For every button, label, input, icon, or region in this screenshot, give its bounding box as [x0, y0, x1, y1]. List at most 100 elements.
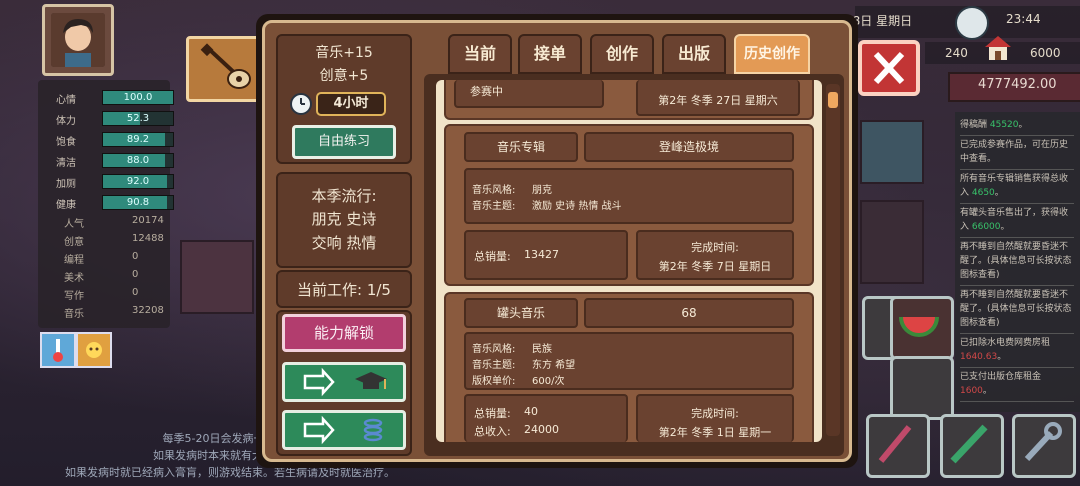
tab-current[interactable]: 当前 [448, 34, 512, 74]
style-label: 音乐风格: [472, 185, 516, 196]
log-highlight: 1640.63 [960, 352, 998, 362]
log-entry: 再不睡到自然醒就要昏迷不醒了。(具体信息可长按状态图标查看) [960, 288, 1074, 334]
card-sales-cell: 总销量: 13427 [464, 230, 628, 280]
sales-value: 13427 [524, 248, 559, 261]
guitar-icon [200, 43, 251, 89]
status-value: 90.8 [126, 197, 150, 208]
sales-value: 40 [524, 405, 538, 418]
card-type: 音乐专辑 [464, 132, 578, 162]
status-bar-row[interactable]: 加厕 92.0 [46, 172, 174, 190]
scrollbar[interactable] [826, 84, 840, 436]
log-entry: 得稿酬 45520。 [960, 118, 1074, 136]
attribute-row: 美术 0 [46, 266, 170, 284]
status-bar-row[interactable]: 健康 90.8 [46, 193, 174, 211]
duration-display[interactable]: 4小时 [316, 92, 386, 116]
card-title: 登峰造极境 [584, 132, 794, 162]
theme-value: 激励 史诗 热情 战斗 [532, 201, 622, 212]
log-entry: 再不睡到自然醒就要昏迷不醒了。(具体信息可长按状态图标查看) [960, 240, 1074, 286]
log-text: 再不睡到自然醒就要昏迷不醒了。(具体信息可长按状态图标查看) [960, 290, 1072, 328]
device-icon[interactable] [890, 356, 954, 420]
paintbrush-icon[interactable] [866, 414, 930, 478]
card-date: 第2年 冬季 27日 星期六 [658, 94, 778, 107]
log-highlight: 1600 [960, 386, 983, 396]
study-button[interactable] [282, 362, 406, 402]
tab-create[interactable]: 创作 [590, 34, 654, 74]
status-label: 健康 [56, 200, 76, 211]
status-value: 89.2 [126, 134, 150, 145]
relax-button[interactable] [282, 410, 406, 450]
card-sales-cell: 总销量: 40 总收入: 24000 [464, 394, 628, 442]
attribute-value: 0 [132, 287, 139, 298]
house-icon[interactable] [983, 34, 1013, 62]
attribute-row: 写作 0 [46, 284, 170, 302]
close-button[interactable] [858, 40, 920, 96]
log-entry: 已完成参赛作品，可在历史中查看。 [960, 138, 1074, 170]
theme-label: 音乐主题: [472, 360, 516, 371]
status-bar: 92.0 [102, 174, 174, 189]
price-value: 600/次 [532, 376, 565, 387]
done-date: 第2年 冬季 1日 星期一 [658, 426, 772, 439]
log-suffix: 。 [997, 352, 1007, 362]
status-label: 心情 [56, 95, 76, 106]
avatar [51, 13, 105, 67]
log-text: 得稿酬 [960, 120, 990, 130]
attribute-value: 0 [132, 269, 139, 280]
creativity-gain: 创意+5 [319, 68, 369, 84]
card-type: 罐头音乐 [464, 298, 578, 328]
status-value: 52.3 [126, 113, 150, 124]
card-done-cell: 完成时间: 第2年 冬季 7日 星期日 [636, 230, 794, 280]
done-date: 第2年 冬季 7日 星期日 [658, 260, 772, 273]
status-bar-row[interactable]: 清洁 88.0 [46, 151, 174, 169]
tab-publish[interactable]: 出版 [662, 34, 726, 74]
status-bar: 89.2 [102, 132, 174, 147]
attribute-label: 编程 [64, 255, 84, 266]
scene-furniture [860, 120, 924, 184]
money-amount: 4777492.00 [978, 77, 1057, 92]
log-suffix: 。 [1000, 222, 1010, 232]
log-text: 已支付出版仓库租金 [960, 372, 1042, 382]
status-bar: 52.3 [102, 111, 174, 126]
ability-unlock-button[interactable]: 能力解锁 [282, 314, 406, 352]
status-bar-row[interactable]: 饱食 89.2 [46, 130, 174, 148]
status-value: 88.0 [126, 155, 150, 166]
attribute-row: 人气 20174 [46, 212, 170, 230]
income-label: 总收入: [474, 425, 511, 438]
attribute-label: 人气 [64, 219, 84, 230]
pencil-icon[interactable] [940, 414, 1004, 478]
music-gain: 音乐+15 [315, 45, 373, 61]
log-suffix: 。 [982, 386, 992, 396]
attribute-label: 美术 [64, 273, 84, 284]
free-practice-button[interactable]: 自由练习 [292, 125, 396, 159]
status-bar: 88.0 [102, 153, 174, 168]
log-entry: 已支付出版仓库租金 1600。 [960, 370, 1074, 402]
trend-genres-2: 交响 热情 [311, 234, 377, 252]
scene-building [180, 240, 254, 314]
hud-time: 23:44 [1006, 12, 1041, 26]
scrollbar-thumb[interactable] [828, 92, 838, 108]
watermelon-icon[interactable] [890, 296, 954, 360]
sales-label: 总销量: [474, 407, 511, 420]
tab-history[interactable]: 历史创作 [734, 34, 810, 74]
log-text: 已完成参赛作品，可在历史中查看。 [960, 140, 1069, 164]
sun-icon[interactable] [76, 332, 112, 368]
theme-label: 音乐主题: [472, 201, 516, 212]
hud-capacity: 6000 [1030, 46, 1061, 60]
avatar-frame[interactable] [42, 4, 114, 76]
card-status-cell: 参赛中 [454, 80, 604, 108]
status-bar-row[interactable]: 体力 52.3 [46, 109, 174, 127]
done-label: 完成时间: [691, 241, 739, 254]
graduation-cap-icon [355, 372, 387, 389]
log-highlight: 66000 [971, 222, 1001, 232]
arrow-right-icon [303, 367, 335, 397]
wrench-icon[interactable] [1012, 414, 1076, 478]
attribute-row: 音乐 32208 [46, 302, 170, 320]
spring-coil-icon [363, 418, 383, 442]
tab-commissions[interactable]: 接单 [518, 34, 582, 74]
theme-value: 东方 希望 [532, 360, 576, 371]
status-bar-row[interactable]: 心情 100.0 [46, 88, 174, 106]
attribute-row: 创意 12488 [46, 230, 170, 248]
thermometer-icon[interactable] [40, 332, 76, 368]
log-entry: 有罐头音乐售出了，获得收入 66000。 [960, 206, 1074, 238]
log-text: 已扣除水电费网费房租 [960, 338, 1051, 348]
sales-label: 总销量: [474, 250, 511, 263]
